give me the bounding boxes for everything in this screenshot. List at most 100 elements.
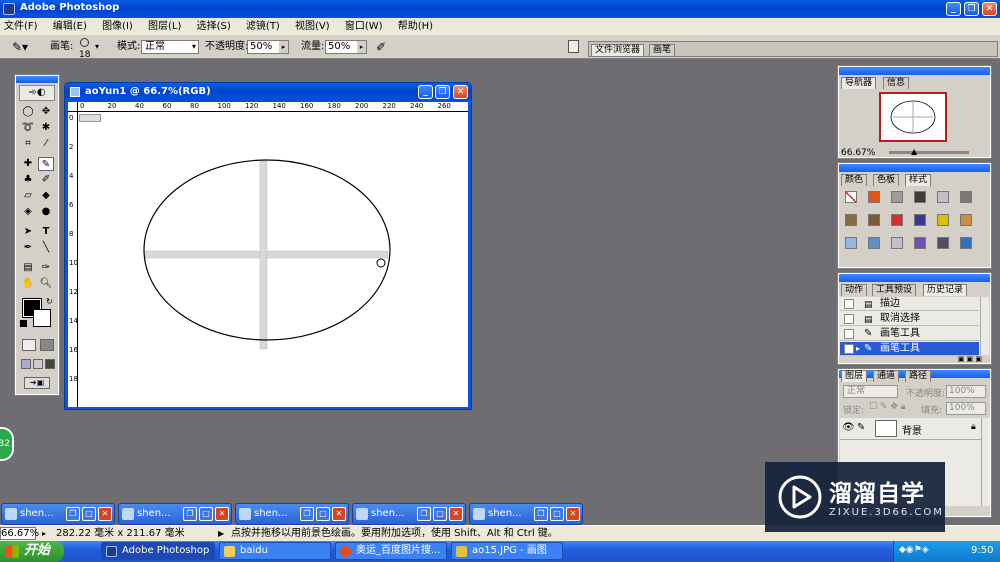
restore-icon[interactable]: ❐ (300, 507, 314, 521)
layer-fill-input[interactable]: 100% (946, 402, 986, 415)
brush-tool-preset-icon[interactable]: ✎▾ (12, 39, 40, 55)
hand-tool-icon[interactable]: ✋ (20, 277, 36, 291)
magic-wand-tool-icon[interactable]: ✱ (38, 121, 54, 135)
flow-arrow-icon[interactable]: ▸ (357, 41, 366, 53)
taskbar-item-browser[interactable]: 奥运_百度图片搜... (335, 542, 447, 560)
tab-tool-presets[interactable]: 工具预设 (872, 284, 917, 296)
minimize-button[interactable]: _ (946, 2, 961, 16)
menu-layer[interactable]: 图层(L) (148, 21, 181, 32)
notes-tool-icon[interactable]: ▤ (20, 261, 36, 275)
history-checkbox[interactable] (844, 344, 854, 354)
airbrush-icon[interactable]: ✐ (376, 39, 392, 55)
tab-color[interactable]: 颜色 (841, 174, 868, 186)
layer-row-background[interactable]: 👁︎ ✎ 背景 🔒︎ (840, 418, 981, 440)
style-swatch[interactable] (914, 237, 926, 249)
menu-filter[interactable]: 滤镜(T) (246, 21, 280, 32)
minimized-doc-5[interactable]: shen... ❐ □ ✕ (469, 503, 583, 525)
tab-layers[interactable]: 图层 (841, 370, 868, 382)
quick-mask-mode-icon[interactable] (40, 339, 54, 351)
history-brush-tool-icon[interactable]: ✐ (38, 173, 54, 187)
tab-actions[interactable]: 动作 (841, 284, 868, 296)
maximize-icon[interactable]: □ (433, 507, 447, 521)
clone-stamp-tool-icon[interactable]: ♣ (20, 173, 36, 187)
taskbar-item-folder[interactable]: baidu (219, 542, 331, 560)
style-swatch[interactable] (891, 214, 903, 226)
close-icon[interactable]: ✕ (98, 507, 112, 521)
menu-help[interactable]: 帮助(H) (398, 21, 433, 32)
lasso-tool-icon[interactable]: ➰ (20, 121, 36, 135)
style-swatch[interactable] (868, 237, 880, 249)
layer-visibility-eye-icon[interactable]: 👁︎ (842, 422, 855, 433)
jump-to-imageready-icon[interactable]: ➜▣ (24, 377, 50, 389)
navigator-title-bar[interactable] (839, 67, 990, 75)
tab-file-browser[interactable]: 文件浏览器 (591, 44, 645, 56)
tab-swatches[interactable]: 色板 (873, 174, 900, 186)
minimized-doc-1[interactable]: shen... ❐ □ ✕ (1, 503, 115, 525)
mode-select[interactable]: 正常 ▾ (141, 40, 199, 54)
tab-channels[interactable]: 通道 (873, 370, 900, 382)
screen-mode-full-icon[interactable] (45, 359, 55, 369)
maximize-icon[interactable]: □ (550, 507, 564, 521)
menu-image[interactable]: 图像(I) (102, 21, 133, 32)
style-swatch[interactable] (868, 191, 880, 203)
restore-icon[interactable]: ❐ (534, 507, 548, 521)
default-colors-icon[interactable] (20, 320, 27, 327)
history-item[interactable]: ▤ 取消选择 (840, 312, 979, 326)
maximize-icon[interactable]: □ (82, 507, 96, 521)
history-checkbox[interactable] (844, 299, 854, 309)
style-swatch[interactable] (845, 237, 857, 249)
document-minimize-button[interactable]: _ (418, 85, 433, 99)
line-tool-icon[interactable]: ╲ (38, 241, 54, 255)
history-checkbox[interactable] (844, 314, 854, 324)
flow-input[interactable]: 50% ▸ (325, 40, 367, 54)
blur-tool-icon[interactable]: ◈ (20, 205, 36, 219)
crop-tool-icon[interactable]: ⌗ (20, 137, 36, 151)
tab-paths[interactable]: 路径 (905, 370, 932, 382)
restore-icon[interactable]: ❐ (417, 507, 431, 521)
tray-icons[interactable]: ◆◉⚑◈ (899, 545, 929, 555)
taskbar-item-photoshop[interactable]: Adobe Photoshop (101, 542, 215, 560)
style-swatch[interactable] (960, 214, 972, 226)
toolbox-title-bar[interactable] (16, 76, 58, 83)
start-button[interactable]: 开始 (0, 541, 64, 562)
style-swatch[interactable] (960, 191, 972, 203)
history-item[interactable]: ▤ 描边 (840, 297, 979, 311)
eyedropper-tool-icon[interactable]: ✑ (38, 261, 54, 275)
background-color-swatch[interactable] (33, 309, 51, 327)
marquee-tool-icon[interactable]: ◯ (20, 105, 36, 119)
navigator-zoom-value[interactable]: 66.67% (841, 148, 875, 158)
dodge-tool-icon[interactable]: ● (38, 205, 54, 219)
menu-view[interactable]: 视图(V) (295, 21, 330, 32)
restore-icon[interactable]: ❐ (66, 507, 80, 521)
style-swatch[interactable] (937, 214, 949, 226)
screen-mode-standard-icon[interactable] (21, 359, 31, 369)
brush-dropdown-icon[interactable]: ▾ (95, 35, 99, 59)
slice-tool-icon[interactable]: ⁄ (38, 137, 54, 151)
style-swatch[interactable] (845, 191, 857, 203)
history-scrollbar[interactable] (980, 297, 989, 355)
type-tool-icon[interactable]: T (38, 225, 54, 239)
history-checkbox[interactable] (844, 329, 854, 339)
style-swatch[interactable] (960, 237, 972, 249)
style-swatch[interactable] (868, 214, 880, 226)
layer-opacity-input[interactable]: 100% (946, 385, 986, 398)
menu-edit[interactable]: 编辑(E) (53, 21, 87, 32)
maximize-button[interactable]: ❐ (964, 2, 979, 16)
path-selection-tool-icon[interactable]: ➤ (20, 225, 36, 239)
document-close-button[interactable]: ✕ (453, 85, 468, 99)
style-swatch[interactable] (914, 191, 926, 203)
healing-brush-tool-icon[interactable]: ✚ (20, 157, 36, 171)
pen-tool-icon[interactable]: ✒ (20, 241, 36, 255)
document-title-bar[interactable]: aoYun1 @ 66.7%(RGB) _ ❐ ✕ (65, 83, 471, 102)
blend-mode-select[interactable]: 正常 (843, 385, 898, 398)
move-tool-icon[interactable]: ✥ (38, 105, 54, 119)
minimized-doc-2[interactable]: shen... ❐ □ ✕ (118, 503, 232, 525)
eraser-tool-icon[interactable]: ▱ (20, 189, 36, 203)
side-badge[interactable]: 32 (0, 427, 14, 461)
navigator-zoom-slider[interactable] (889, 151, 969, 154)
style-swatch[interactable] (914, 214, 926, 226)
close-button[interactable]: ✕ (982, 2, 997, 16)
swap-colors-icon[interactable]: ↻ (46, 297, 53, 306)
brush-tool-icon[interactable]: ✎ (38, 157, 54, 171)
menu-file[interactable]: 文件(F) (4, 21, 38, 32)
